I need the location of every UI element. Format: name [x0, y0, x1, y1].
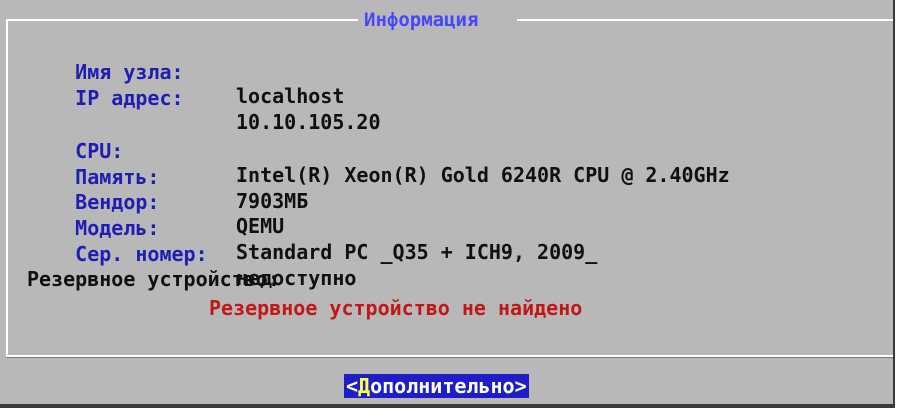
more-button-hotkey: Д: [358, 374, 371, 398]
more-button-close-bracket: >: [514, 374, 527, 398]
ip-label: IP адрес:: [75, 86, 184, 110]
serial-label: Сер. номер:: [75, 242, 208, 266]
frame-bottom-shadow: [6, 357, 893, 358]
more-button-label: ополнительно: [370, 374, 515, 398]
frame-top-left: [6, 19, 358, 21]
vendor-value: QEMU: [236, 214, 285, 238]
model-row: Модель: Standard PC _Q35 + ICH9, 2009_: [27, 192, 597, 264]
hostname-value: localhost: [236, 84, 345, 108]
frame-left-side: [6, 19, 8, 357]
frame-top-right: [517, 19, 893, 21]
memory-value: 7903МБ: [236, 189, 309, 213]
ip-row: IP адрес: 10.10.105.20: [27, 62, 380, 134]
hostname-row: Имя узла: localhost: [27, 36, 344, 108]
model-value: Standard PC _Q35 + ICH9, 2009_: [236, 240, 598, 264]
button-bar: <Дополнительно>: [6, 360, 893, 402]
more-button[interactable]: <Дополнительно>: [344, 374, 529, 398]
memory-row: Память: 7903МБ: [27, 141, 308, 213]
backup-device-label: Резервное устройство:: [27, 267, 280, 291]
dialog-title: Информация: [364, 9, 479, 31]
more-button-open-bracket: <: [346, 374, 359, 398]
cpu-value: Intel(R) Xeon(R) Gold 6240R CPU @ 2.40GH…: [236, 163, 730, 187]
serial-row: Сер. номер: недоступно: [27, 218, 356, 290]
vendor-row: Вендор: QEMU: [27, 166, 284, 238]
cpu-row: CPU: Intel(R) Xeon(R) Gold 6240R CPU @ 2…: [27, 115, 730, 187]
info-dialog: Информация Имя узла: localhost IP адрес:…: [0, 0, 895, 408]
backup-device-status: Резервное устройство не найдено: [209, 296, 583, 320]
ip-value: 10.10.105.20: [236, 110, 381, 134]
